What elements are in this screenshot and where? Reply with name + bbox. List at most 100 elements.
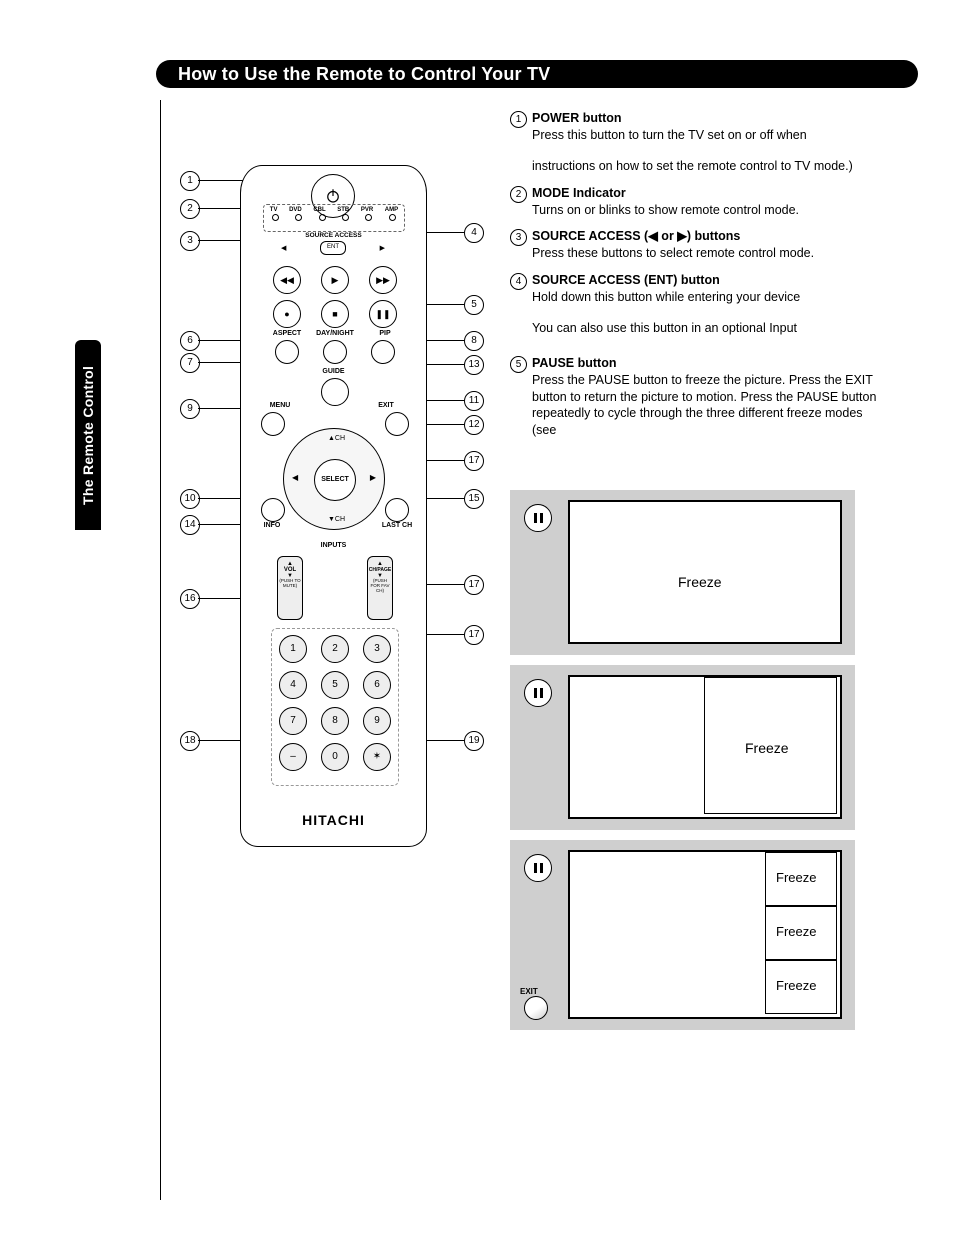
- rewind-button: ◀◀: [273, 266, 301, 294]
- callout-4: 4: [464, 223, 484, 243]
- nav-left-icon: ◀: [292, 473, 298, 482]
- menu-button: [261, 412, 285, 436]
- page-title: How to Use the Remote to Control Your TV: [156, 60, 918, 88]
- manual-page: How to Use the Remote to Control Your TV…: [0, 0, 954, 1235]
- pause-icon: [524, 679, 552, 707]
- item-title: SOURCE ACCESS (ENT) button: [532, 273, 720, 287]
- screen-box: Freeze: [568, 500, 842, 644]
- right-arrow-icon: ▶: [380, 244, 385, 252]
- nav-disc: ▲CH ▼CH ◀ ▶ SELECT: [283, 428, 385, 530]
- callout-19: 19: [464, 731, 484, 751]
- callout-15: 15: [464, 489, 484, 509]
- callout-13: 13: [464, 355, 484, 375]
- item-number: 3: [510, 229, 527, 246]
- key-7: 7: [279, 707, 307, 735]
- stop-button: ■: [321, 300, 349, 328]
- select-button: SELECT: [314, 459, 356, 501]
- callout-9: 9: [180, 399, 200, 419]
- freeze-subbox: Freeze: [765, 960, 837, 1014]
- callout-1: 1: [180, 171, 200, 191]
- freeze-subbox: Freeze: [704, 677, 837, 814]
- inputs-label: INPUTS: [241, 542, 426, 549]
- key-1: 1: [279, 635, 307, 663]
- guide-label: GUIDE: [241, 368, 426, 375]
- play-button: ▶: [321, 266, 349, 294]
- callout-6: 6: [180, 331, 200, 351]
- key-4: 4: [279, 671, 307, 699]
- callout-7: 7: [180, 353, 200, 373]
- aspect-label: ASPECT: [267, 330, 307, 337]
- key-9: 9: [363, 707, 391, 735]
- callout-10: 10: [180, 489, 200, 509]
- callout-17c: 17: [464, 625, 484, 645]
- freeze-label: Freeze: [776, 870, 816, 885]
- left-arrow-icon: ◀: [281, 244, 286, 252]
- key-2: 2: [321, 635, 349, 663]
- section-tab-label: The Remote Control: [75, 340, 101, 530]
- key-dash: –: [279, 743, 307, 771]
- callout-8: 8: [464, 331, 484, 351]
- aspect-button: [275, 340, 299, 364]
- freeze-label: Freeze: [745, 740, 789, 756]
- pause-button: ❚❚: [369, 300, 397, 328]
- ch-up-icon: ▲CH: [328, 435, 345, 442]
- desc-item-3: 3 SOURCE ACCESS (◀ or ▶) buttons Press t…: [510, 228, 890, 262]
- mode-stb: STB: [337, 207, 349, 213]
- callout-14: 14: [180, 515, 200, 535]
- pause-icon: [524, 504, 552, 532]
- callout-18: 18: [180, 731, 200, 751]
- desc-item-5: 5 PAUSE button Press the PAUSE button to…: [510, 355, 890, 439]
- key-3: 3: [363, 635, 391, 663]
- item-number: 4: [510, 273, 527, 290]
- exit-button: [385, 412, 409, 436]
- freeze-subbox: Freeze: [765, 906, 837, 960]
- nav-right-icon: ▶: [370, 473, 376, 482]
- desc-item-1: 1 POWER button Press this button to turn…: [510, 110, 890, 175]
- item-title: SOURCE ACCESS (◀ or ▶) buttons: [532, 229, 740, 243]
- remote-outline: TV DVD CBL STB PVR AMP SOURCE ACCESS ◀ E…: [240, 165, 427, 847]
- lastch-button: [385, 498, 409, 522]
- screen-box: Freeze: [568, 675, 842, 819]
- freeze-label: Freeze: [776, 978, 816, 993]
- item-number: 1: [510, 111, 527, 128]
- item-title: MODE Indicator: [532, 186, 626, 200]
- daynight-button: [323, 340, 347, 364]
- description-column: 1 POWER button Press this button to turn…: [510, 110, 890, 449]
- source-access-label: SOURCE ACCESS: [241, 232, 426, 239]
- favch-label: (PUSH FOR FAV CH): [368, 579, 392, 594]
- desc-item-4: 4 SOURCE ACCESS (ENT) button Hold down t…: [510, 272, 890, 337]
- item-number: 5: [510, 356, 527, 373]
- callout-5: 5: [464, 295, 484, 315]
- mode-dvd: DVD: [289, 207, 302, 213]
- desc-item-2: 2 MODE Indicator Turns on or blinks to s…: [510, 185, 890, 219]
- item-body: Press these buttons to select remote con…: [532, 246, 814, 260]
- callout-11: 11: [464, 391, 484, 411]
- channel-rocker: ▲ CH/PAGE ▼ (PUSH FOR FAV CH): [367, 556, 393, 620]
- remote-illustration: 1 2 3 6 7 9 10 14 16 18 4 5 8 13 11 12 1…: [180, 155, 490, 865]
- info-button: [261, 498, 285, 522]
- item-body: You can also use this button in an optio…: [532, 321, 797, 335]
- column-divider: [160, 100, 161, 1200]
- item-body: Hold down this button while entering you…: [532, 290, 800, 304]
- mode-pvr: PVR: [361, 207, 373, 213]
- item-body: Press the PAUSE button to freeze the pic…: [532, 373, 876, 438]
- mode-indicator: TV DVD CBL STB PVR AMP: [263, 204, 405, 232]
- pause-icon: [524, 854, 552, 882]
- callout-3: 3: [180, 231, 200, 251]
- screen-box: Freeze Freeze Freeze: [568, 850, 842, 1019]
- freeze-modes: Freeze Freeze EXIT Freeze Freeze: [510, 490, 855, 1040]
- freeze-panel-2: Freeze: [510, 665, 855, 830]
- callout-17: 17: [464, 451, 484, 471]
- menu-label: MENU: [265, 402, 295, 409]
- section-tab: The Remote Control: [75, 340, 101, 530]
- item-title: POWER button: [532, 111, 622, 125]
- item-title: PAUSE button: [532, 356, 616, 370]
- exit-icon: [524, 996, 548, 1020]
- number-keypad: 1 2 3 4 5 6 7 8 9 – 0 ✶: [271, 628, 399, 786]
- callout-17b: 17: [464, 575, 484, 595]
- pip-label: PIP: [365, 330, 405, 337]
- callout-2: 2: [180, 199, 200, 219]
- key-5: 5: [321, 671, 349, 699]
- freeze-panel-1: Freeze: [510, 490, 855, 655]
- freeze-label: Freeze: [776, 924, 816, 939]
